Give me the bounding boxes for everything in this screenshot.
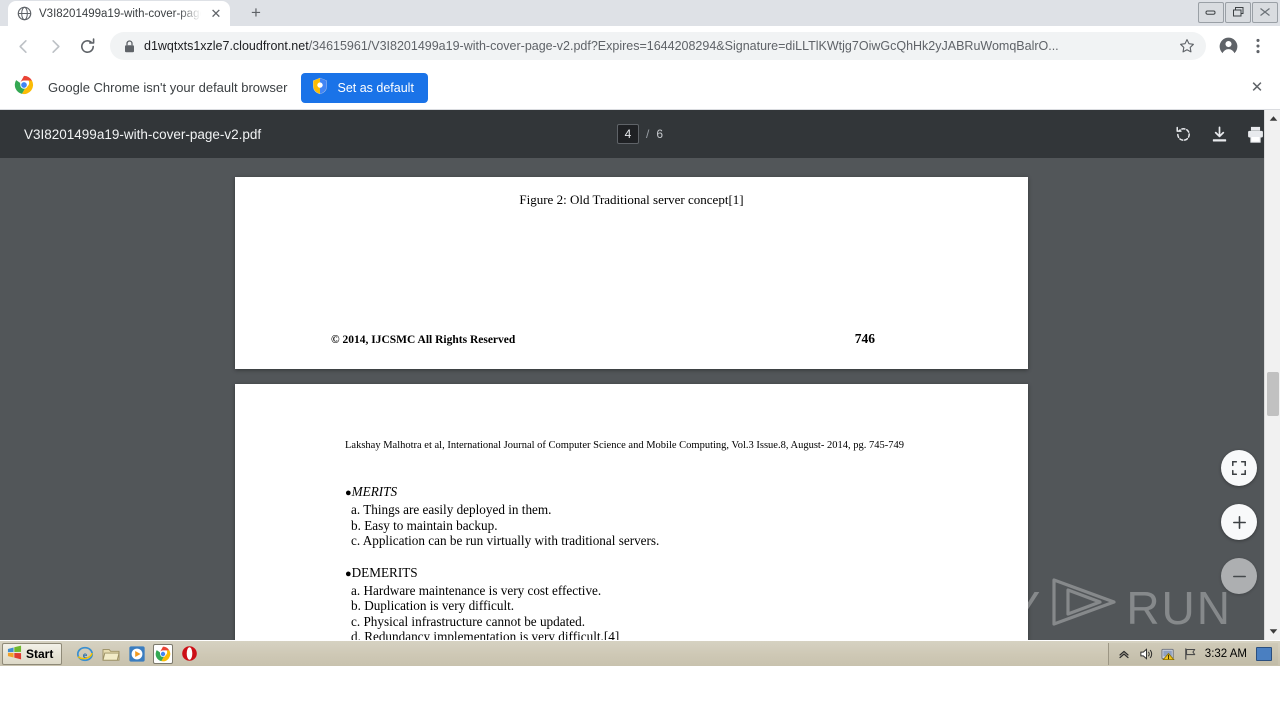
shield-icon bbox=[311, 77, 329, 98]
network-flag-icon[interactable] bbox=[1183, 646, 1198, 661]
fit-to-page-icon[interactable] bbox=[1221, 450, 1257, 486]
browser-toolbar: d1wqtxts1xzle7.cloudfront.net/34615961/V… bbox=[0, 26, 1280, 66]
merits-title: MERITS bbox=[351, 484, 398, 499]
pdf-page: Lakshay Malhotra et al, International Jo… bbox=[235, 384, 1028, 640]
restore-button[interactable] bbox=[1225, 1, 1251, 23]
internet-explorer-icon[interactable]: e bbox=[75, 644, 95, 664]
page-scrollbar[interactable] bbox=[1264, 110, 1280, 640]
pdf-tool-group bbox=[1172, 123, 1266, 145]
show-hidden-icons-icon[interactable] bbox=[1117, 646, 1132, 661]
pdf-pages-area[interactable]: Figure 2: Old Traditional server concept… bbox=[0, 158, 1280, 640]
star-icon[interactable] bbox=[1178, 38, 1196, 54]
list-item: b. Duplication is very difficult. bbox=[351, 598, 515, 614]
opera-icon[interactable] bbox=[179, 644, 199, 664]
watermark-logo-icon bbox=[1048, 577, 1120, 638]
watermark-text-left: ANY bbox=[941, 581, 1043, 634]
address-bar[interactable]: d1wqtxts1xzle7.cloudfront.net/34615961/V… bbox=[110, 32, 1206, 60]
default-browser-infobar: Google Chrome isn't your default browser… bbox=[0, 66, 1280, 110]
scroll-up-icon[interactable] bbox=[1265, 110, 1280, 127]
page-number-input[interactable]: 4 bbox=[616, 124, 639, 144]
url-path: /34615961/V3I8201499a19-with-cover-page-… bbox=[308, 39, 1059, 53]
svg-text:e: e bbox=[83, 650, 88, 661]
pdf-toolbar: V3I8201499a19-with-cover-page-v2.pdf 4 /… bbox=[0, 110, 1280, 158]
windows-taskbar: Start e 3:32 AM bbox=[0, 640, 1280, 666]
page-number-label: 746 bbox=[854, 331, 875, 346]
url-host: d1wqtxts1xzle7.cloudfront.net bbox=[144, 39, 309, 53]
anyrun-watermark: ANY RUN bbox=[942, 577, 1232, 638]
media-player-icon[interactable] bbox=[127, 644, 147, 664]
list-item: a. Things are easily deployed in them. bbox=[351, 502, 552, 518]
demerits-title: DEMERITS bbox=[351, 564, 418, 580]
rotate-icon[interactable] bbox=[1172, 123, 1194, 145]
demerits-heading: ●DEMERITS bbox=[345, 565, 988, 582]
set-as-default-button[interactable]: Set as default bbox=[301, 72, 428, 103]
window-controls bbox=[1197, 0, 1278, 24]
system-tray: 3:32 AM bbox=[1107, 642, 1278, 665]
taskbar-clock[interactable]: 3:32 AM bbox=[1205, 648, 1247, 660]
list-item: b. Easy to maintain backup. bbox=[351, 517, 498, 533]
back-button[interactable] bbox=[8, 31, 38, 61]
copyright-text: © 2014, IJCSMC All Rights Reserved bbox=[331, 334, 516, 346]
pdf-page: Figure 2: Old Traditional server concept… bbox=[235, 177, 1028, 369]
document-body: ●MERITS a. Things are easily deployed in… bbox=[345, 484, 988, 640]
list-item: d. Redundancy implementation is very dif… bbox=[351, 629, 620, 640]
close-icon[interactable]: ✕ bbox=[1246, 77, 1268, 99]
infobar-message: Google Chrome isn't your default browser bbox=[48, 80, 288, 95]
zoom-out-icon[interactable] bbox=[1221, 558, 1257, 594]
bullet-icon: ● bbox=[345, 567, 352, 580]
list-item: c. Physical infrastructure cannot be upd… bbox=[351, 613, 585, 629]
list-item: a. Hardware maintenance is very cost eff… bbox=[351, 583, 602, 599]
set-as-default-label: Set as default bbox=[337, 80, 414, 95]
chrome-icon[interactable] bbox=[153, 643, 174, 664]
file-explorer-icon[interactable] bbox=[101, 644, 121, 664]
page-total: 6 bbox=[656, 127, 664, 141]
minimize-button[interactable] bbox=[1198, 1, 1224, 23]
scrollbar-thumb[interactable] bbox=[1267, 372, 1279, 416]
list-item: c. Application can be run virtually with… bbox=[351, 533, 660, 549]
figure-caption: Figure 2: Old Traditional server concept… bbox=[519, 192, 744, 207]
zoom-in-icon[interactable] bbox=[1221, 504, 1257, 540]
volume-icon[interactable] bbox=[1139, 646, 1154, 661]
three-dot-menu-icon[interactable] bbox=[1244, 32, 1272, 60]
page-separator: / bbox=[645, 127, 650, 141]
download-icon[interactable] bbox=[1208, 123, 1230, 145]
new-tab-button[interactable]: + bbox=[242, 0, 270, 26]
page-footer: © 2014, IJCSMC All Rights Reserved 746 bbox=[331, 331, 932, 347]
browser-tab-strip: V3I8201499a19-with-cover-page-v2 ✕ + bbox=[0, 0, 1280, 26]
profile-avatar-icon[interactable] bbox=[1214, 32, 1242, 60]
pdf-filename: V3I8201499a19-with-cover-page-v2.pdf bbox=[24, 126, 262, 142]
print-icon[interactable] bbox=[1244, 123, 1266, 145]
browser-tab[interactable]: V3I8201499a19-with-cover-page-v2 ✕ bbox=[8, 1, 230, 26]
reload-button[interactable] bbox=[72, 31, 102, 61]
pdf-zoom-controls bbox=[1221, 450, 1257, 594]
show-desktop-button[interactable] bbox=[1256, 646, 1272, 661]
windows-logo-icon bbox=[7, 645, 22, 663]
lock-icon bbox=[124, 39, 135, 53]
bullet-icon: ● bbox=[345, 487, 352, 499]
scroll-down-icon[interactable] bbox=[1265, 623, 1280, 640]
start-button[interactable]: Start bbox=[2, 642, 63, 665]
security-warning-icon[interactable] bbox=[1161, 646, 1176, 661]
quick-launch-bar: e bbox=[75, 643, 199, 664]
close-button[interactable] bbox=[1252, 1, 1278, 23]
globe-icon bbox=[17, 6, 32, 21]
journal-header: Lakshay Malhotra et al, International Jo… bbox=[345, 440, 904, 451]
start-label: Start bbox=[26, 646, 54, 661]
merits-heading: ●MERITS bbox=[345, 484, 988, 501]
chrome-logo-icon bbox=[14, 75, 34, 100]
pdf-viewer: V3I8201499a19-with-cover-page-v2.pdf 4 /… bbox=[0, 110, 1280, 640]
tab-title: V3I8201499a19-with-cover-page-v2 bbox=[39, 7, 201, 20]
address-bar-text: d1wqtxts1xzle7.cloudfront.net/34615961/V… bbox=[144, 39, 1169, 53]
watermark-text-right: RUN bbox=[1126, 581, 1232, 634]
forward-button[interactable] bbox=[40, 31, 70, 61]
close-icon[interactable]: ✕ bbox=[208, 6, 224, 22]
